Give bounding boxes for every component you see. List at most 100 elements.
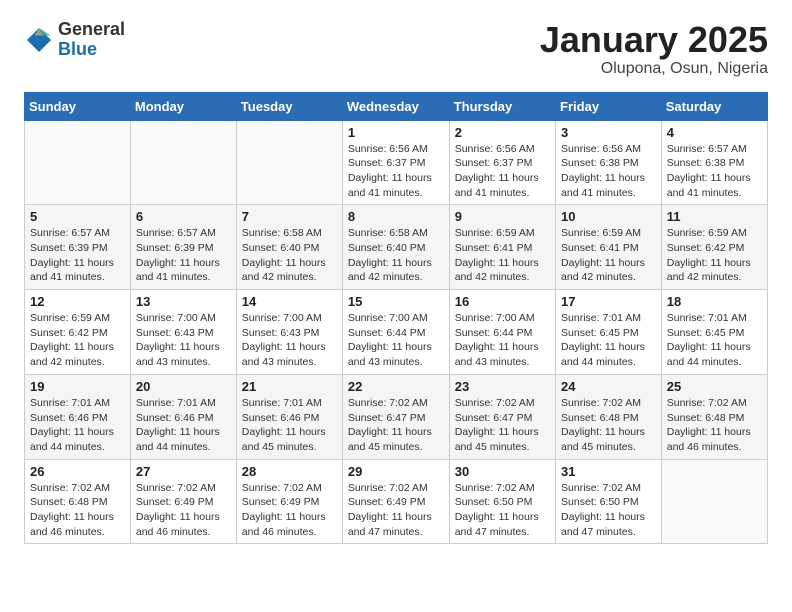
day-number: 23 — [455, 379, 550, 394]
table-row: 3 Sunrise: 6:56 AM Sunset: 6:38 PM Daylig… — [556, 120, 662, 205]
table-row: 10 Sunrise: 6:59 AM Sunset: 6:41 PM Dayli… — [556, 205, 662, 290]
calendar-week-row: 1 Sunrise: 6:56 AM Sunset: 6:37 PM Daylig… — [25, 120, 768, 205]
logo: General Blue — [24, 20, 125, 60]
header-wednesday: Wednesday — [342, 92, 449, 120]
day-info: Sunrise: 6:59 AM Sunset: 6:42 PM Dayligh… — [30, 311, 125, 370]
calendar-week-row: 26 Sunrise: 7:02 AM Sunset: 6:48 PM Dayli… — [25, 459, 768, 544]
day-info: Sunrise: 7:01 AM Sunset: 6:46 PM Dayligh… — [136, 396, 231, 455]
table-row: 29 Sunrise: 7:02 AM Sunset: 6:49 PM Dayli… — [342, 459, 449, 544]
day-number: 18 — [667, 294, 762, 309]
table-row — [661, 459, 767, 544]
day-number: 16 — [455, 294, 550, 309]
table-row: 9 Sunrise: 6:59 AM Sunset: 6:41 PM Daylig… — [449, 205, 555, 290]
day-number: 5 — [30, 209, 125, 224]
day-info: Sunrise: 6:58 AM Sunset: 6:40 PM Dayligh… — [348, 226, 444, 285]
day-info: Sunrise: 7:00 AM Sunset: 6:43 PM Dayligh… — [136, 311, 231, 370]
table-row: 7Sunrise: 6:58 AM Sunset: 6:40 PM Daylig… — [236, 205, 342, 290]
day-info: Sunrise: 7:01 AM Sunset: 6:46 PM Dayligh… — [242, 396, 337, 455]
day-number: 20 — [136, 379, 231, 394]
table-row: 28 Sunrise: 7:02 AM Sunset: 6:49 PM Dayli… — [236, 459, 342, 544]
logo-blue: Blue — [58, 40, 125, 60]
day-number: 29 — [348, 464, 444, 479]
day-number: 12 — [30, 294, 125, 309]
day-info: Sunrise: 7:02 AM Sunset: 6:49 PM Dayligh… — [348, 481, 444, 540]
table-row: 26 Sunrise: 7:02 AM Sunset: 6:48 PM Dayli… — [25, 459, 131, 544]
day-number: 24 — [561, 379, 656, 394]
day-number: 9 — [455, 209, 550, 224]
day-info: Sunrise: 7:02 AM Sunset: 6:48 PM Dayligh… — [30, 481, 125, 540]
day-number: 3 — [561, 125, 656, 140]
day-number: 8 — [348, 209, 444, 224]
table-row: 5 Sunrise: 6:57 AM Sunset: 6:39 PM Daylig… — [25, 205, 131, 290]
calendar-table: Sunday Monday Tuesday Wednesday Thursday… — [24, 92, 768, 545]
table-row: 4Sunrise: 6:57 AM Sunset: 6:38 PM Daylig… — [661, 120, 767, 205]
day-info: Sunrise: 7:01 AM Sunset: 6:45 PM Dayligh… — [667, 311, 762, 370]
header-monday: Monday — [130, 92, 236, 120]
table-row: 6 Sunrise: 6:57 AM Sunset: 6:39 PM Daylig… — [130, 205, 236, 290]
day-info: Sunrise: 7:01 AM Sunset: 6:45 PM Dayligh… — [561, 311, 656, 370]
table-row: 18 Sunrise: 7:01 AM Sunset: 6:45 PM Dayli… — [661, 290, 767, 375]
day-info: Sunrise: 7:02 AM Sunset: 6:50 PM Dayligh… — [455, 481, 550, 540]
day-info: Sunrise: 6:59 AM Sunset: 6:41 PM Dayligh… — [561, 226, 656, 285]
day-info: Sunrise: 6:57 AM Sunset: 6:39 PM Dayligh… — [30, 226, 125, 285]
table-row: 22Sunrise: 7:02 AM Sunset: 6:47 PM Dayli… — [342, 374, 449, 459]
table-row — [130, 120, 236, 205]
table-row: 15Sunrise: 7:00 AM Sunset: 6:44 PM Dayli… — [342, 290, 449, 375]
logo-icon — [24, 25, 54, 55]
table-row: 30 Sunrise: 7:02 AM Sunset: 6:50 PM Dayli… — [449, 459, 555, 544]
logo-general: General — [58, 20, 125, 40]
day-info: Sunrise: 6:56 AM Sunset: 6:38 PM Dayligh… — [561, 142, 656, 201]
day-info: Sunrise: 6:59 AM Sunset: 6:41 PM Dayligh… — [455, 226, 550, 285]
table-row: 23 Sunrise: 7:02 AM Sunset: 6:47 PM Dayli… — [449, 374, 555, 459]
table-row: 31Sunrise: 7:02 AM Sunset: 6:50 PM Dayli… — [556, 459, 662, 544]
day-info: Sunrise: 7:02 AM Sunset: 6:47 PM Dayligh… — [455, 396, 550, 455]
table-row — [25, 120, 131, 205]
day-info: Sunrise: 7:00 AM Sunset: 6:44 PM Dayligh… — [455, 311, 550, 370]
day-info: Sunrise: 7:02 AM Sunset: 6:48 PM Dayligh… — [667, 396, 762, 455]
day-info: Sunrise: 7:02 AM Sunset: 6:48 PM Dayligh… — [561, 396, 656, 455]
day-number: 14 — [242, 294, 337, 309]
day-number: 19 — [30, 379, 125, 394]
header-sunday: Sunday — [25, 92, 131, 120]
table-row: 13 Sunrise: 7:00 AM Sunset: 6:43 PM Dayli… — [130, 290, 236, 375]
calendar-week-row: 5 Sunrise: 6:57 AM Sunset: 6:39 PM Daylig… — [25, 205, 768, 290]
table-row: 14 Sunrise: 7:00 AM Sunset: 6:43 PM Dayli… — [236, 290, 342, 375]
table-row — [236, 120, 342, 205]
day-info: Sunrise: 7:02 AM Sunset: 6:49 PM Dayligh… — [136, 481, 231, 540]
location: Olupona, Osun, Nigeria — [540, 60, 768, 78]
day-info: Sunrise: 6:58 AM Sunset: 6:40 PM Dayligh… — [242, 226, 337, 285]
day-info: Sunrise: 7:00 AM Sunset: 6:43 PM Dayligh… — [242, 311, 337, 370]
day-number: 17 — [561, 294, 656, 309]
day-number: 28 — [242, 464, 337, 479]
day-info: Sunrise: 6:56 AM Sunset: 6:37 PM Dayligh… — [455, 142, 550, 201]
logo-text: General Blue — [58, 20, 125, 60]
header-friday: Friday — [556, 92, 662, 120]
day-number: 26 — [30, 464, 125, 479]
table-row: 2Sunrise: 6:56 AM Sunset: 6:37 PM Daylig… — [449, 120, 555, 205]
day-number: 10 — [561, 209, 656, 224]
title-block: January 2025 Olupona, Osun, Nigeria — [540, 20, 768, 78]
day-number: 30 — [455, 464, 550, 479]
table-row: 11Sunrise: 6:59 AM Sunset: 6:42 PM Dayli… — [661, 205, 767, 290]
day-number: 1 — [348, 125, 444, 140]
day-info: Sunrise: 6:57 AM Sunset: 6:38 PM Dayligh… — [667, 142, 762, 201]
day-number: 13 — [136, 294, 231, 309]
calendar-week-row: 12 Sunrise: 6:59 AM Sunset: 6:42 PM Dayli… — [25, 290, 768, 375]
day-number: 6 — [136, 209, 231, 224]
table-row: 20 Sunrise: 7:01 AM Sunset: 6:46 PM Dayli… — [130, 374, 236, 459]
header-saturday: Saturday — [661, 92, 767, 120]
calendar-week-row: 19 Sunrise: 7:01 AM Sunset: 6:46 PM Dayli… — [25, 374, 768, 459]
day-info: Sunrise: 7:02 AM Sunset: 6:49 PM Dayligh… — [242, 481, 337, 540]
table-row: 19Sunrise: 7:01 AM Sunset: 6:46 PM Dayli… — [25, 374, 131, 459]
day-info: Sunrise: 6:57 AM Sunset: 6:39 PM Dayligh… — [136, 226, 231, 285]
day-info: Sunrise: 7:02 AM Sunset: 6:47 PM Dayligh… — [348, 396, 444, 455]
header-tuesday: Tuesday — [236, 92, 342, 120]
table-row: 12 Sunrise: 6:59 AM Sunset: 6:42 PM Dayli… — [25, 290, 131, 375]
page: General Blue January 2025 Olupona, Osun,… — [0, 0, 792, 564]
header-thursday: Thursday — [449, 92, 555, 120]
table-row: 24 Sunrise: 7:02 AM Sunset: 6:48 PM Dayli… — [556, 374, 662, 459]
table-row: 17 Sunrise: 7:01 AM Sunset: 6:45 PM Dayli… — [556, 290, 662, 375]
day-info: Sunrise: 6:59 AM Sunset: 6:42 PM Dayligh… — [667, 226, 762, 285]
day-number: 25 — [667, 379, 762, 394]
month-title: January 2025 — [540, 20, 768, 60]
